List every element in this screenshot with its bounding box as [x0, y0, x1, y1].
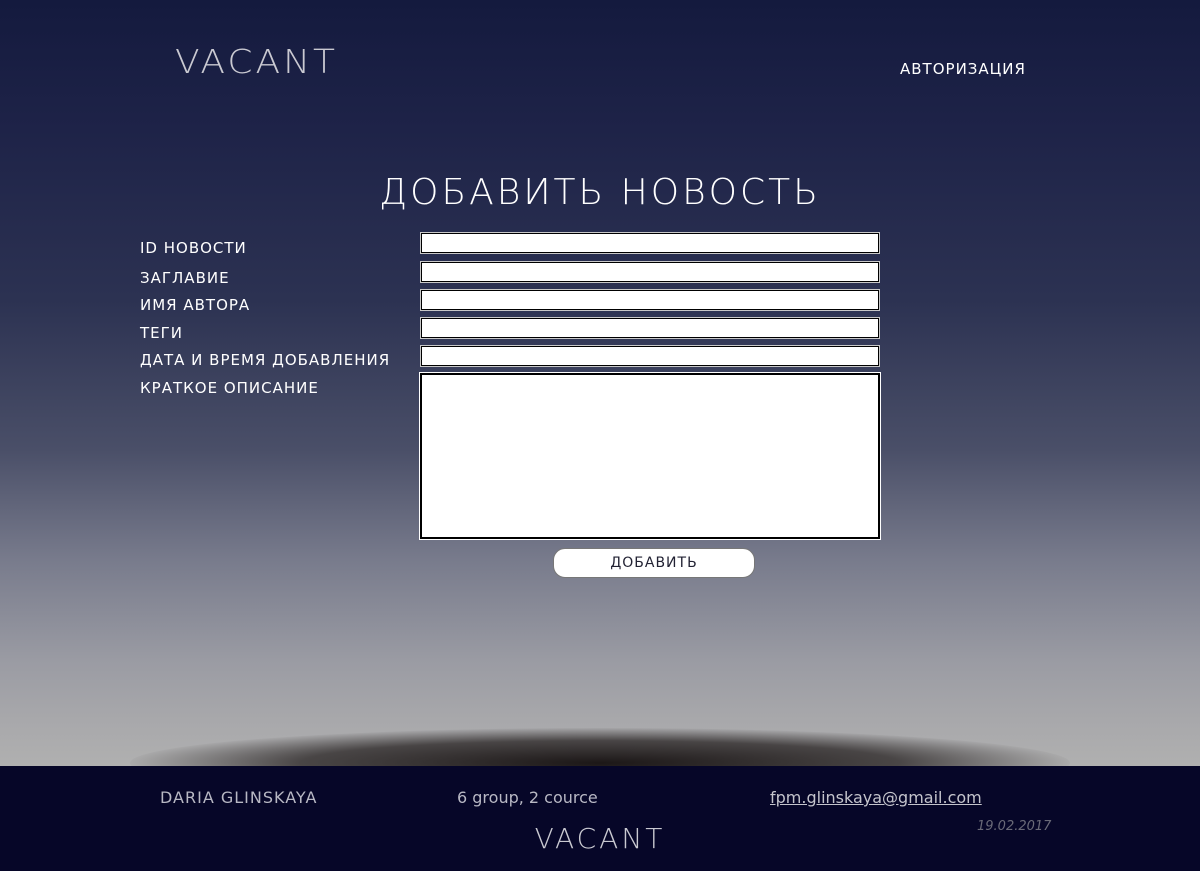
tags-label: ТЕГИ: [140, 324, 184, 342]
footer: DARIA GLINSKAYA 6 group, 2 cource fpm.gl…: [0, 766, 1200, 871]
news-id-input[interactable]: [420, 232, 880, 254]
tags-input[interactable]: [420, 317, 880, 339]
add-button[interactable]: ДОБАВИТЬ: [553, 548, 755, 578]
footer-author-name: DARIA GLINSKAYA: [160, 788, 318, 807]
description-label: КРАТКОЕ ОПИСАНИЕ: [140, 379, 319, 397]
footer-logo[interactable]: VACANT: [0, 822, 1200, 855]
datetime-label: ДАТА И ВРЕМЯ ДОБАВЛЕНИЯ: [140, 351, 391, 369]
header-logo[interactable]: VACANT: [175, 44, 338, 82]
auth-link[interactable]: АВТОРИЗАЦИЯ: [900, 60, 1026, 78]
datetime-input[interactable]: [420, 345, 880, 367]
news-id-label: ID НОВОСТИ: [140, 239, 247, 257]
title-label: ЗАГЛАВИЕ: [140, 269, 230, 287]
footer-email-link[interactable]: fpm.glinskaya@gmail.com: [770, 788, 982, 807]
footer-group: 6 group, 2 cource: [457, 788, 598, 807]
author-name-input[interactable]: [420, 289, 880, 311]
page-title: ДОБАВИТЬ НОВОСТЬ: [379, 172, 821, 213]
description-textarea[interactable]: [420, 373, 880, 539]
title-input[interactable]: [420, 261, 880, 283]
author-name-label: ИМЯ АВТОРА: [140, 296, 251, 314]
